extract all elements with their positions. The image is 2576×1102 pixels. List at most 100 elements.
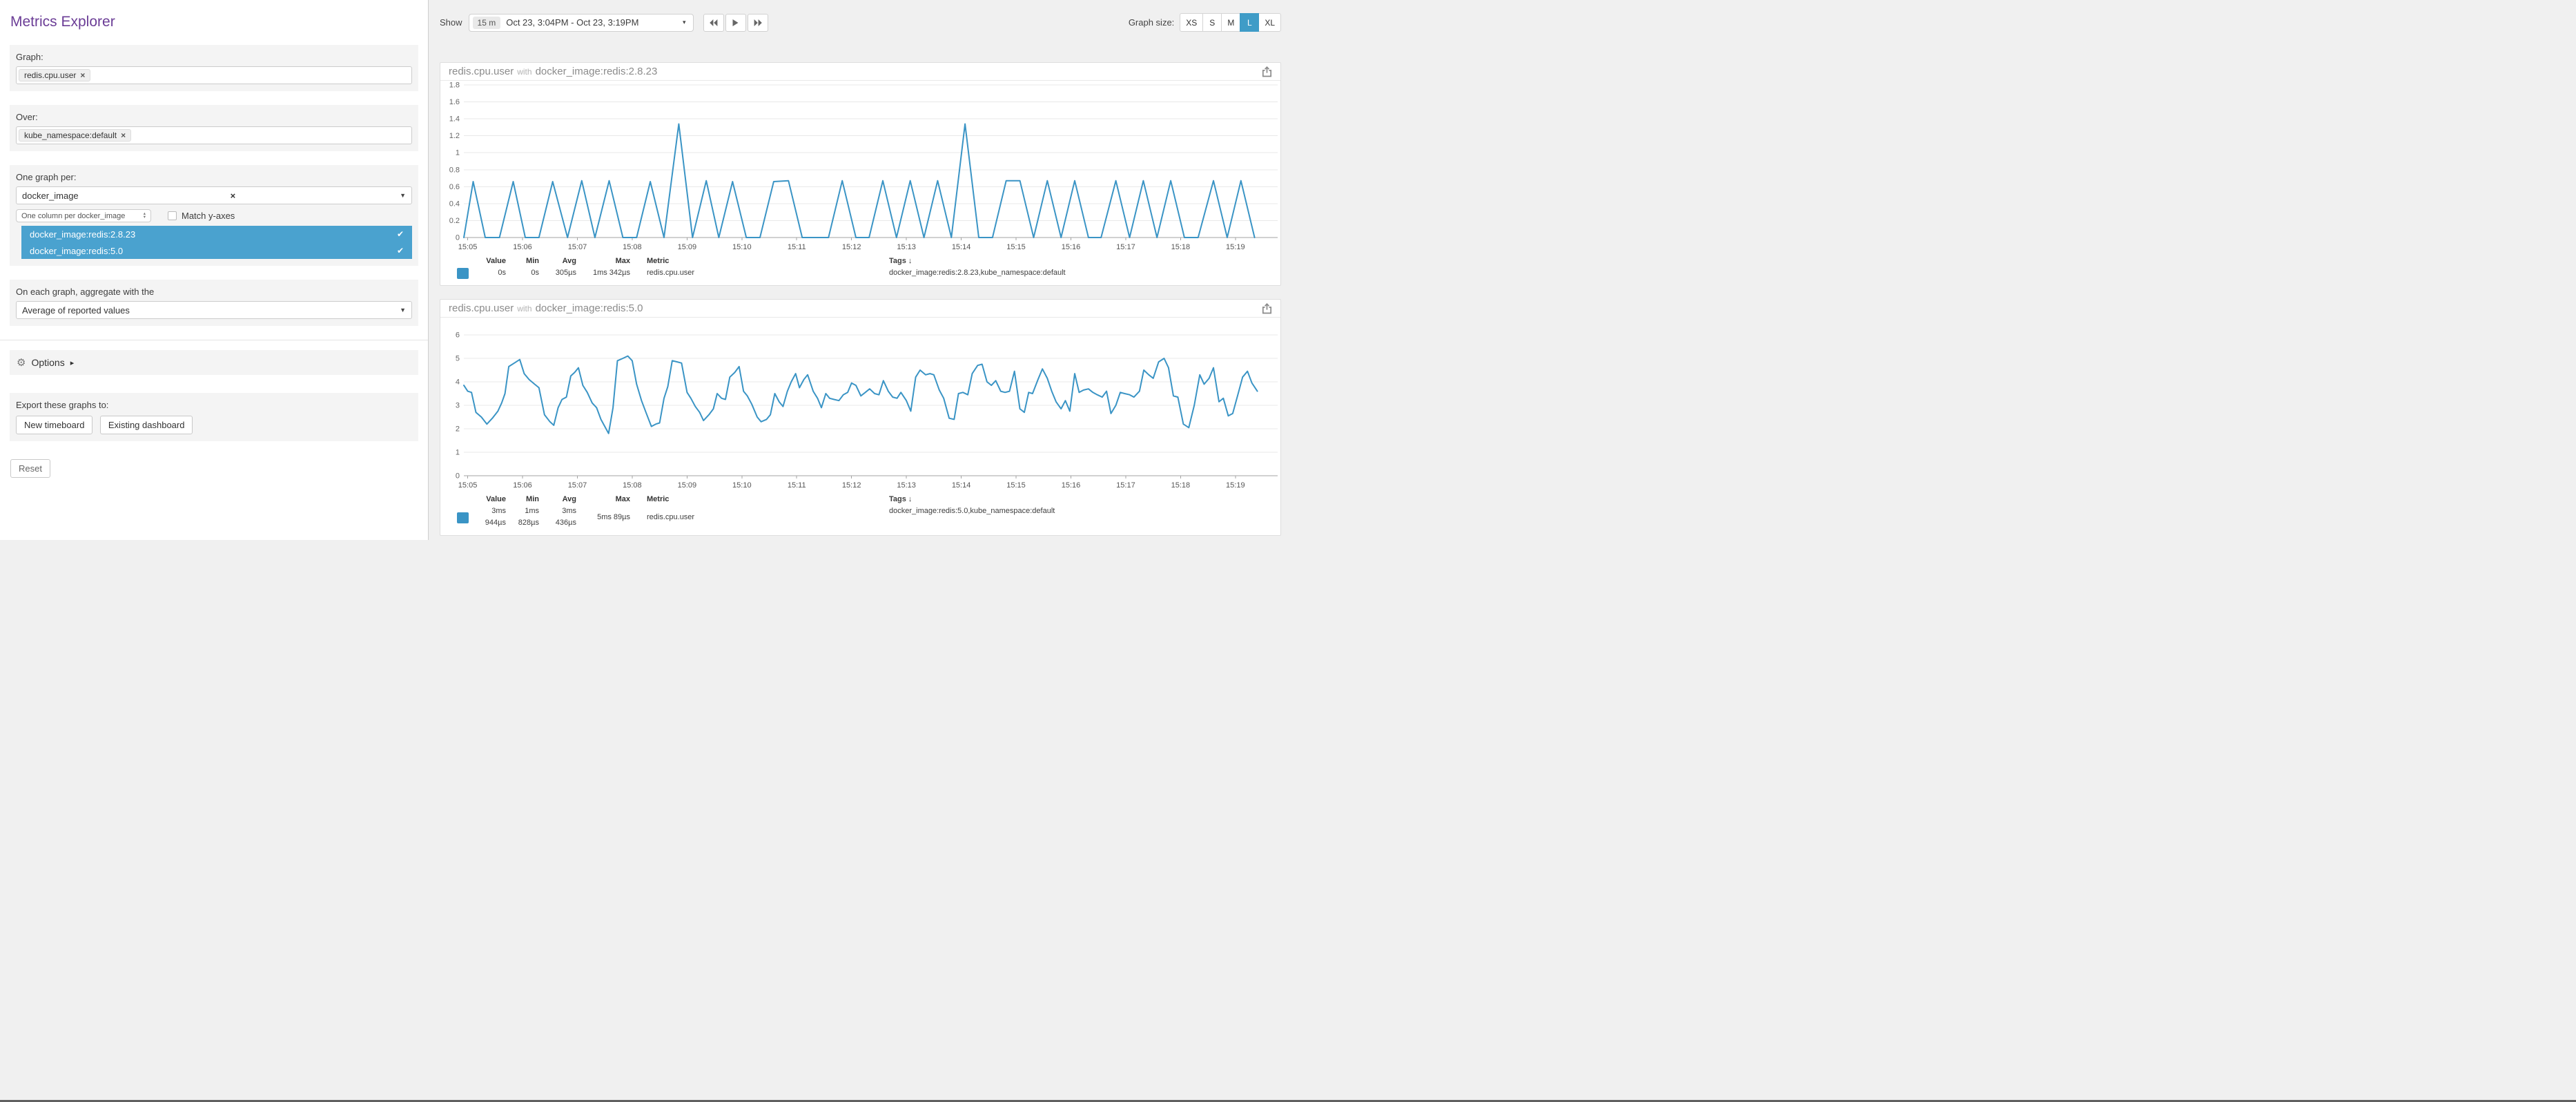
legend-header-min: Min [514, 494, 539, 505]
graph-size-label: Graph size: [1129, 17, 1174, 28]
legend-header-tags[interactable]: Tags ↓ [889, 494, 912, 505]
svg-text:1: 1 [456, 149, 460, 157]
match-y-axes-checkbox[interactable] [168, 211, 177, 220]
line-chart-redis-2-8-23[interactable]: 00.20.40.60.811.21.41.61.815:0515:0615:0… [440, 81, 1280, 253]
range-text: Oct 23, 3:04PM - Oct 23, 3:19PM [506, 17, 638, 28]
svg-text:0.8: 0.8 [449, 166, 460, 174]
legend-header-value: Value [477, 494, 506, 505]
svg-text:15:08: 15:08 [623, 481, 642, 490]
svg-text:0.2: 0.2 [449, 217, 460, 225]
svg-text:15:06: 15:06 [513, 481, 532, 490]
svg-text:4: 4 [456, 378, 460, 387]
graph-size-m-button[interactable]: M [1221, 13, 1240, 32]
new-timeboard-button[interactable]: New timeboard [16, 416, 92, 434]
check-icon: ✔ [397, 246, 404, 255]
legend-grid: Value Min Avg Max Metric 3ms 944µs 1ms 8… [457, 494, 1280, 529]
graph-size-xs-button[interactable]: XS [1180, 13, 1203, 32]
svg-text:0.6: 0.6 [449, 183, 460, 191]
graph-label: Graph: [16, 52, 412, 62]
svg-text:15:12: 15:12 [842, 481, 861, 490]
remove-over-tag-icon[interactable]: × [121, 130, 126, 140]
over-input[interactable]: kube_namespace:default × [16, 126, 412, 144]
svg-text:0: 0 [456, 234, 460, 242]
svg-text:15:08: 15:08 [623, 243, 642, 251]
group-option-redis-5-0[interactable]: docker_image:redis:5.0 ✔ [21, 242, 412, 259]
chevron-down-icon: ▾ [683, 19, 686, 26]
legend-grid: Value Min Avg Max Metric 0s 0s 305µs 1ms… [457, 255, 1280, 279]
range-duration-badge: 15 m [473, 17, 501, 29]
svg-text:15:16: 15:16 [1062, 243, 1081, 251]
legend-max: 1ms 342µs [585, 267, 630, 279]
time-play-button[interactable] [725, 14, 746, 32]
svg-text:1.8: 1.8 [449, 81, 460, 90]
graph-title-metric: redis.cpu.user [449, 66, 514, 77]
over-tag-chip[interactable]: kube_namespace:default × [19, 129, 131, 142]
svg-text:15:10: 15:10 [732, 481, 752, 490]
series-color-swatch[interactable] [457, 512, 469, 523]
line-chart-redis-5-0[interactable]: 012345615:0515:0615:0715:0815:0915:1015:… [440, 318, 1280, 492]
chart-legend[interactable]: Value Min Avg Max Metric 3ms 944µs 1ms 8… [440, 492, 1280, 535]
aggregate-label: On each graph, aggregate with the [16, 287, 412, 297]
graph-size-s-button[interactable]: S [1202, 13, 1222, 32]
svg-text:15:14: 15:14 [952, 243, 971, 251]
share-icon[interactable] [1262, 66, 1272, 81]
share-icon[interactable] [1262, 303, 1272, 318]
svg-text:15:18: 15:18 [1171, 243, 1191, 251]
remove-graph-tag-icon[interactable]: × [80, 70, 85, 80]
svg-text:15:17: 15:17 [1116, 243, 1135, 251]
legend-header-tags[interactable]: Tags ↓ [889, 255, 912, 267]
one-graph-per-select[interactable]: docker_image × ▼ [16, 186, 412, 204]
main-content: Show 15 m Oct 23, 3:04PM - Oct 23, 3:19P… [429, 0, 1288, 540]
time-forward-button[interactable] [748, 14, 768, 32]
series-color-swatch[interactable] [457, 268, 469, 279]
group-option-redis-2-8-23[interactable]: docker_image:redis:2.8.23 ✔ [21, 226, 412, 242]
chevron-right-icon: ▸ [70, 358, 75, 367]
legend-header-avg: Avg [547, 494, 576, 505]
legend-tags: docker_image:redis:2.8.23,kube_namespace… [889, 267, 1066, 279]
one-graph-per-section: One graph per: docker_image × ▼ One colu… [10, 165, 418, 266]
aggregate-select[interactable]: Average of reported values ▼ [16, 301, 412, 319]
group-option-label: docker_image:redis:5.0 [30, 246, 123, 256]
column-per-select[interactable]: One column per docker_image ▴▾ [16, 209, 151, 222]
svg-text:15:14: 15:14 [952, 481, 971, 490]
svg-text:15:15: 15:15 [1006, 481, 1026, 490]
legend-header-value: Value [477, 255, 506, 267]
chart-legend[interactable]: Value Min Avg Max Metric 0s 0s 305µs 1ms… [440, 253, 1280, 285]
time-back-button[interactable] [703, 14, 724, 32]
graph-size-group: XS S M L XL [1180, 13, 1281, 32]
graph-size-xl-button[interactable]: XL [1258, 13, 1281, 32]
double-right-arrow-icon [754, 19, 762, 26]
legend-max: 5ms 89µs [585, 512, 630, 523]
svg-text:0: 0 [456, 472, 460, 481]
graph-tag-chip[interactable]: redis.cpu.user × [19, 69, 90, 81]
clear-selection-icon[interactable]: × [231, 191, 236, 201]
toolbar: Show 15 m Oct 23, 3:04PM - Oct 23, 3:19P… [440, 13, 1281, 32]
over-tag-label: kube_namespace:default [24, 130, 117, 140]
svg-text:15:05: 15:05 [458, 243, 478, 251]
graph-input[interactable]: redis.cpu.user × [16, 66, 412, 84]
svg-text:2: 2 [456, 425, 460, 434]
legend-tags: docker_image:redis:5.0,kube_namespace:de… [889, 505, 1055, 517]
svg-text:15:19: 15:19 [1226, 243, 1245, 251]
legend-header-max: Max [585, 494, 630, 505]
legend-header-metric: Metric [638, 494, 1280, 505]
reset-button[interactable]: Reset [10, 459, 50, 478]
svg-text:0.4: 0.4 [449, 200, 460, 208]
time-range-select[interactable]: 15 m Oct 23, 3:04PM - Oct 23, 3:19PM ▾ [469, 14, 694, 32]
svg-text:15:19: 15:19 [1226, 481, 1245, 490]
time-nav-buttons [703, 14, 768, 32]
legend-min: 0s [514, 267, 539, 279]
graph-title-scope: docker_image:redis:2.8.23 [536, 66, 658, 77]
graph-title-metric: redis.cpu.user [449, 302, 514, 314]
existing-dashboard-button[interactable]: Existing dashboard [100, 416, 193, 434]
graph-size-l-button[interactable]: L [1240, 13, 1259, 32]
svg-text:1.4: 1.4 [449, 115, 460, 124]
options-toggle[interactable]: ⚙ Options ▸ [10, 350, 418, 375]
legend-header-max: Max [585, 255, 630, 267]
svg-text:15:06: 15:06 [513, 243, 532, 251]
graph-title-with: with [517, 67, 531, 77]
check-icon: ✔ [397, 229, 404, 239]
graph-card-redis-2-8-23: redis.cpu.user with docker_image:redis:2… [440, 62, 1281, 286]
graph-title-with: with [517, 304, 531, 313]
svg-text:6: 6 [456, 331, 460, 340]
